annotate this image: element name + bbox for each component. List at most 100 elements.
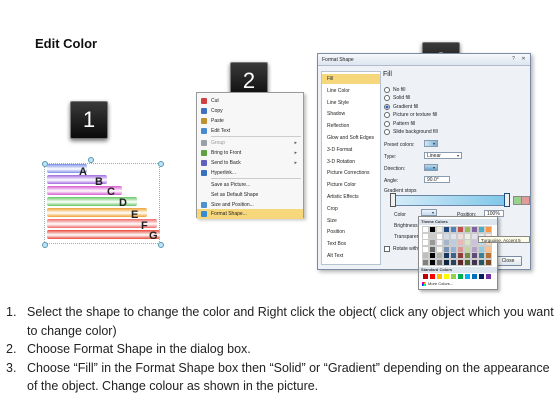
theme-color-swatch[interactable] [478,258,485,266]
theme-color-swatch[interactable] [478,226,485,233]
menu-item-save-as-picture[interactable]: Save as Picture... [197,180,303,190]
fill-option-solid-fill[interactable]: Solid fill [384,95,410,102]
theme-color-swatch[interactable] [471,245,478,253]
theme-color-swatch[interactable] [436,245,443,253]
standard-color-swatch[interactable] [479,274,484,279]
theme-color-swatch[interactable] [443,252,450,259]
close-button[interactable]: Close [494,256,522,266]
theme-color-swatch[interactable] [443,258,450,266]
radio-button[interactable] [384,86,390,93]
theme-color-swatch[interactable] [457,226,464,233]
theme-color-swatch[interactable] [443,226,450,233]
theme-color-swatch[interactable] [436,258,443,266]
theme-color-swatch[interactable] [429,239,436,246]
category-3-d-format[interactable]: 3-D Format [322,145,380,155]
color-picker-button[interactable]: ▾ [421,209,437,216]
theme-color-swatch[interactable] [436,232,443,240]
theme-color-swatch[interactable] [429,232,436,240]
theme-color-swatch[interactable] [429,245,436,253]
theme-color-swatch[interactable] [464,258,471,266]
standard-color-swatch[interactable] [430,274,435,279]
theme-color-swatch[interactable] [464,239,471,246]
category-glow-and-soft-edges[interactable]: Glow and Soft Edges [322,133,380,143]
category-line-color[interactable]: Line Color [322,86,380,96]
theme-color-swatch[interactable] [422,258,429,266]
menu-item-copy[interactable]: Copy [197,106,303,116]
type-dropdown[interactable]: Linear ▾ [424,152,462,159]
angle-input[interactable]: 90.0° [424,176,450,183]
theme-color-swatch[interactable] [471,226,478,233]
category-line-style[interactable]: Line Style [322,98,380,108]
theme-color-swatch[interactable] [471,232,478,240]
theme-color-swatch[interactable] [443,239,450,246]
fill-option-no-fill[interactable]: No fill [384,86,406,93]
theme-color-swatch[interactable] [457,232,464,240]
theme-color-swatch[interactable] [478,252,485,259]
theme-color-swatch[interactable] [422,245,429,253]
theme-color-swatch[interactable] [471,252,478,259]
menu-item-paste[interactable]: Paste [197,116,303,126]
standard-color-swatch[interactable] [472,274,477,279]
theme-color-swatch[interactable] [485,226,492,233]
theme-color-swatch[interactable] [464,232,471,240]
theme-color-swatch[interactable] [436,226,443,233]
theme-color-swatch[interactable] [457,258,464,266]
theme-color-swatch[interactable] [485,245,492,253]
menu-item-set-as-default-shape[interactable]: Set as Default Shape [197,190,303,200]
standard-color-swatch[interactable] [486,274,491,279]
category-3-d-rotation[interactable]: 3-D Rotation [322,157,380,167]
fill-option-picture-or-texture-fill[interactable]: Picture or texture fill [384,112,437,119]
standard-color-swatch[interactable] [458,274,463,279]
direction-dropdown[interactable]: ▾ [424,164,438,171]
preset-colors-dropdown[interactable]: ▾ [424,140,438,147]
theme-color-swatch[interactable] [464,245,471,253]
standard-color-swatch[interactable] [437,274,442,279]
fill-option-slide-background-fill[interactable]: Slide background fill [384,129,438,136]
category-position[interactable]: Position [322,227,380,237]
theme-color-swatch[interactable] [422,252,429,259]
category-text-box[interactable]: Text Box [322,239,380,249]
more-colors-item[interactable]: More Colors... [422,281,453,286]
remove-stop-button[interactable] [521,196,530,205]
theme-color-swatch[interactable] [429,258,436,266]
fill-option-gradient-fill[interactable]: Gradient fill [384,103,418,110]
bar-graphic[interactable]: ABCDEFG [47,164,160,244]
theme-color-swatch[interactable] [436,239,443,246]
category-fill[interactable]: Fill [322,74,380,84]
menu-item-format-shape[interactable]: Format Shape... [197,209,303,219]
category-reflection[interactable]: Reflection [322,121,380,131]
menu-item-send-to-back[interactable]: Send to Back ▸ [197,158,303,168]
category-crop[interactable]: Crop [322,204,380,214]
category-shadow[interactable]: Shadow [322,109,380,119]
theme-color-swatch[interactable] [443,232,450,240]
theme-color-swatch[interactable] [478,245,485,253]
menu-item-hyperlink[interactable]: Hyperlink... [197,168,303,178]
theme-color-swatch[interactable] [450,245,457,253]
help-button[interactable]: ? [509,56,518,63]
theme-color-swatch[interactable] [485,252,492,259]
standard-color-swatch[interactable] [451,274,456,279]
standard-color-swatch[interactable] [444,274,449,279]
category-picture-corrections[interactable]: Picture Corrections [322,168,380,178]
theme-color-swatch[interactable] [429,226,436,233]
theme-color-swatch[interactable] [450,252,457,259]
theme-color-swatch[interactable] [457,252,464,259]
standard-color-swatch[interactable] [423,274,428,279]
menu-item-group[interactable]: Group ▸ [197,138,303,148]
theme-color-swatch[interactable] [436,252,443,259]
theme-color-swatch[interactable] [450,232,457,240]
gradient-stops-bar[interactable] [392,195,509,206]
theme-color-swatch[interactable] [464,226,471,233]
radio-button[interactable] [384,129,390,135]
theme-color-swatch[interactable] [450,226,457,233]
theme-color-swatch[interactable] [457,239,464,246]
category-picture-color[interactable]: Picture Color [322,180,380,190]
theme-color-swatch[interactable] [422,232,429,240]
theme-color-swatch[interactable] [450,239,457,246]
theme-color-swatch[interactable] [422,239,429,246]
category-artistic-effects[interactable]: Artistic Effects [322,192,380,202]
theme-color-swatch[interactable] [464,252,471,259]
theme-color-swatch[interactable] [450,258,457,266]
theme-color-swatch[interactable] [485,258,492,266]
theme-color-swatch[interactable] [422,226,429,233]
